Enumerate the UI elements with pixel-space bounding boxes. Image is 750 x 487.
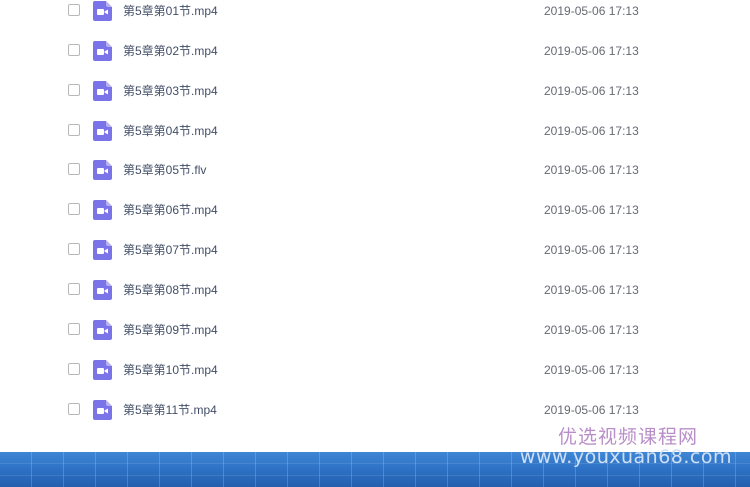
video-file-icon	[93, 200, 112, 220]
file-row[interactable]: 第5章第03节.mp4 2019-05-06 17:13	[0, 71, 750, 111]
row-checkbox[interactable]	[68, 243, 80, 255]
watermark-title: 优选视频课程网	[557, 426, 698, 448]
file-name[interactable]: 第5章第08节.mp4	[123, 281, 218, 299]
video-file-icon	[93, 240, 112, 260]
file-row[interactable]: 第5章第07节.mp4 2019-05-06 17:13	[0, 230, 750, 270]
video-file-icon	[93, 320, 112, 340]
file-name[interactable]: 第5章第05节.flv	[123, 161, 206, 179]
file-modified-date: 2019-05-06 17:13	[544, 4, 639, 18]
file-modified-date: 2019-05-06 17:13	[544, 323, 639, 337]
row-checkbox[interactable]	[68, 4, 80, 16]
video-file-icon	[93, 41, 112, 61]
row-checkbox[interactable]	[68, 403, 80, 415]
file-row[interactable]: 第5章第05节.flv 2019-05-06 17:13	[0, 150, 750, 190]
video-file-icon	[93, 360, 112, 380]
file-row[interactable]: 第5章第09节.mp4 2019-05-06 17:13	[0, 310, 750, 350]
file-name[interactable]: 第5章第11节.mp4	[123, 401, 217, 419]
file-list: 第5章第01节.mp4 2019-05-06 17:13 第5章第02节.mp4…	[0, 0, 750, 452]
file-row[interactable]: 第5章第08节.mp4 2019-05-06 17:13	[0, 270, 750, 310]
file-name[interactable]: 第5章第04节.mp4	[123, 122, 218, 140]
video-file-icon	[93, 400, 112, 420]
file-name[interactable]: 第5章第10节.mp4	[123, 361, 218, 379]
video-file-icon	[93, 81, 112, 101]
file-modified-date: 2019-05-06 17:13	[544, 363, 639, 377]
file-modified-date: 2019-05-06 17:13	[544, 403, 639, 417]
file-name[interactable]: 第5章第06节.mp4	[123, 201, 218, 219]
file-row[interactable]: 第5章第01节.mp4 2019-05-06 17:13	[0, 0, 750, 31]
file-name[interactable]: 第5章第03节.mp4	[123, 82, 218, 100]
row-checkbox[interactable]	[68, 363, 80, 375]
file-name[interactable]: 第5章第02节.mp4	[123, 42, 218, 60]
row-checkbox[interactable]	[68, 283, 80, 295]
row-checkbox[interactable]	[68, 323, 80, 335]
file-modified-date: 2019-05-06 17:13	[544, 163, 639, 177]
video-file-icon	[93, 121, 112, 141]
file-row[interactable]: 第5章第06节.mp4 2019-05-06 17:13	[0, 190, 750, 230]
file-modified-date: 2019-05-06 17:13	[544, 283, 639, 297]
row-checkbox[interactable]	[68, 124, 80, 136]
watermark-url: www.youxuan68.com	[519, 446, 732, 468]
video-file-icon	[93, 1, 112, 21]
file-name[interactable]: 第5章第01节.mp4	[123, 2, 218, 20]
file-row[interactable]: 第5章第04节.mp4 2019-05-06 17:13	[0, 111, 750, 151]
file-row[interactable]: 第5章第10节.mp4 2019-05-06 17:13	[0, 350, 750, 390]
file-row[interactable]: 第5章第02节.mp4 2019-05-06 17:13	[0, 31, 750, 71]
file-modified-date: 2019-05-06 17:13	[544, 44, 639, 58]
file-modified-date: 2019-05-06 17:13	[544, 124, 639, 138]
file-name[interactable]: 第5章第09节.mp4	[123, 321, 218, 339]
video-file-icon	[93, 160, 112, 180]
row-checkbox[interactable]	[68, 84, 80, 96]
row-checkbox[interactable]	[68, 163, 80, 175]
file-name[interactable]: 第5章第07节.mp4	[123, 241, 218, 259]
file-modified-date: 2019-05-06 17:13	[544, 243, 639, 257]
video-file-icon	[93, 280, 112, 300]
file-modified-date: 2019-05-06 17:13	[544, 84, 639, 98]
row-checkbox[interactable]	[68, 203, 80, 215]
file-modified-date: 2019-05-06 17:13	[544, 203, 639, 217]
row-checkbox[interactable]	[68, 44, 80, 56]
